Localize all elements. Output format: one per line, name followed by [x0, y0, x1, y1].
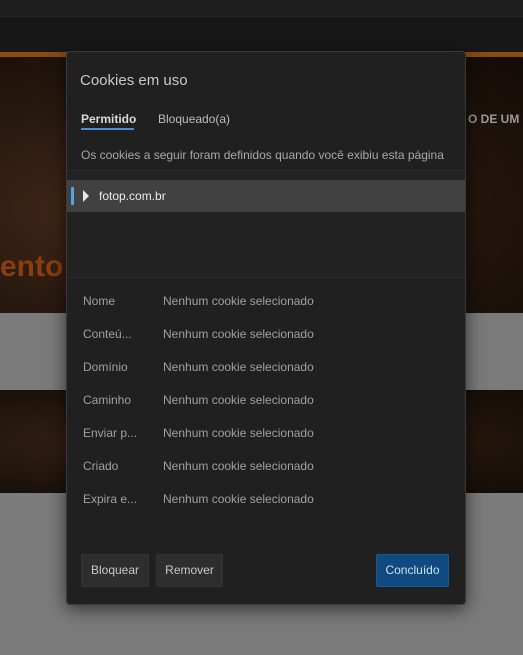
- tree-item-label: fotop.com.br: [99, 189, 166, 203]
- property-value: Nenhum cookie selecionado: [163, 492, 314, 506]
- remove-button[interactable]: Remover: [156, 554, 223, 587]
- property-row: Criado Nenhum cookie selecionado: [67, 457, 465, 477]
- cookies-dialog: Cookies em uso Permitido Bloqueado(a) Os…: [66, 51, 466, 605]
- expand-arrow-icon[interactable]: [83, 190, 89, 202]
- property-value: Nenhum cookie selecionado: [163, 360, 314, 374]
- property-name: Caminho: [83, 393, 132, 407]
- property-name: Conteú...: [83, 327, 132, 341]
- tab-blocked[interactable]: Bloqueado(a): [158, 112, 230, 126]
- tree-item-fotop[interactable]: fotop.com.br: [67, 180, 465, 212]
- active-tab-indicator: [81, 128, 134, 130]
- property-name: Criado: [83, 459, 119, 473]
- property-name: Domínio: [83, 360, 128, 374]
- dialog-title: Cookies em uso: [80, 72, 188, 89]
- done-button[interactable]: Concluído: [376, 554, 449, 587]
- page-header-bar: [0, 16, 523, 52]
- property-row: Domínio Nenhum cookie selecionado: [67, 358, 465, 378]
- property-value: Nenhum cookie selecionado: [163, 393, 314, 407]
- property-name: Enviar p...: [83, 426, 138, 440]
- property-name: Nome: [83, 294, 116, 308]
- property-value: Nenhum cookie selecionado: [163, 459, 314, 473]
- block-button[interactable]: Bloquear: [81, 554, 149, 587]
- property-row: Nome Nenhum cookie selecionado: [67, 292, 465, 312]
- dialog-description: Os cookies a seguir foram definidos quan…: [81, 148, 444, 162]
- property-row: Enviar p... Nenhum cookie selecionado: [67, 424, 465, 444]
- focus-indicator: [71, 187, 74, 205]
- tab-allowed[interactable]: Permitido: [81, 112, 136, 126]
- cookie-tree[interactable]: fotop.com.br: [67, 170, 465, 278]
- property-row: Conteú... Nenhum cookie selecionado: [67, 325, 465, 345]
- property-value: Nenhum cookie selecionado: [163, 426, 314, 440]
- property-row: Expira e... Nenhum cookie selecionado: [67, 490, 465, 510]
- browser-top-bar: [0, 0, 523, 16]
- property-row: Caminho Nenhum cookie selecionado: [67, 391, 465, 411]
- property-name: Expira e...: [83, 492, 138, 506]
- hero-right-text: O DE UM F: [468, 112, 523, 126]
- property-value: Nenhum cookie selecionado: [163, 294, 314, 308]
- property-value: Nenhum cookie selecionado: [163, 327, 314, 341]
- hero-text: ento: [0, 250, 64, 283]
